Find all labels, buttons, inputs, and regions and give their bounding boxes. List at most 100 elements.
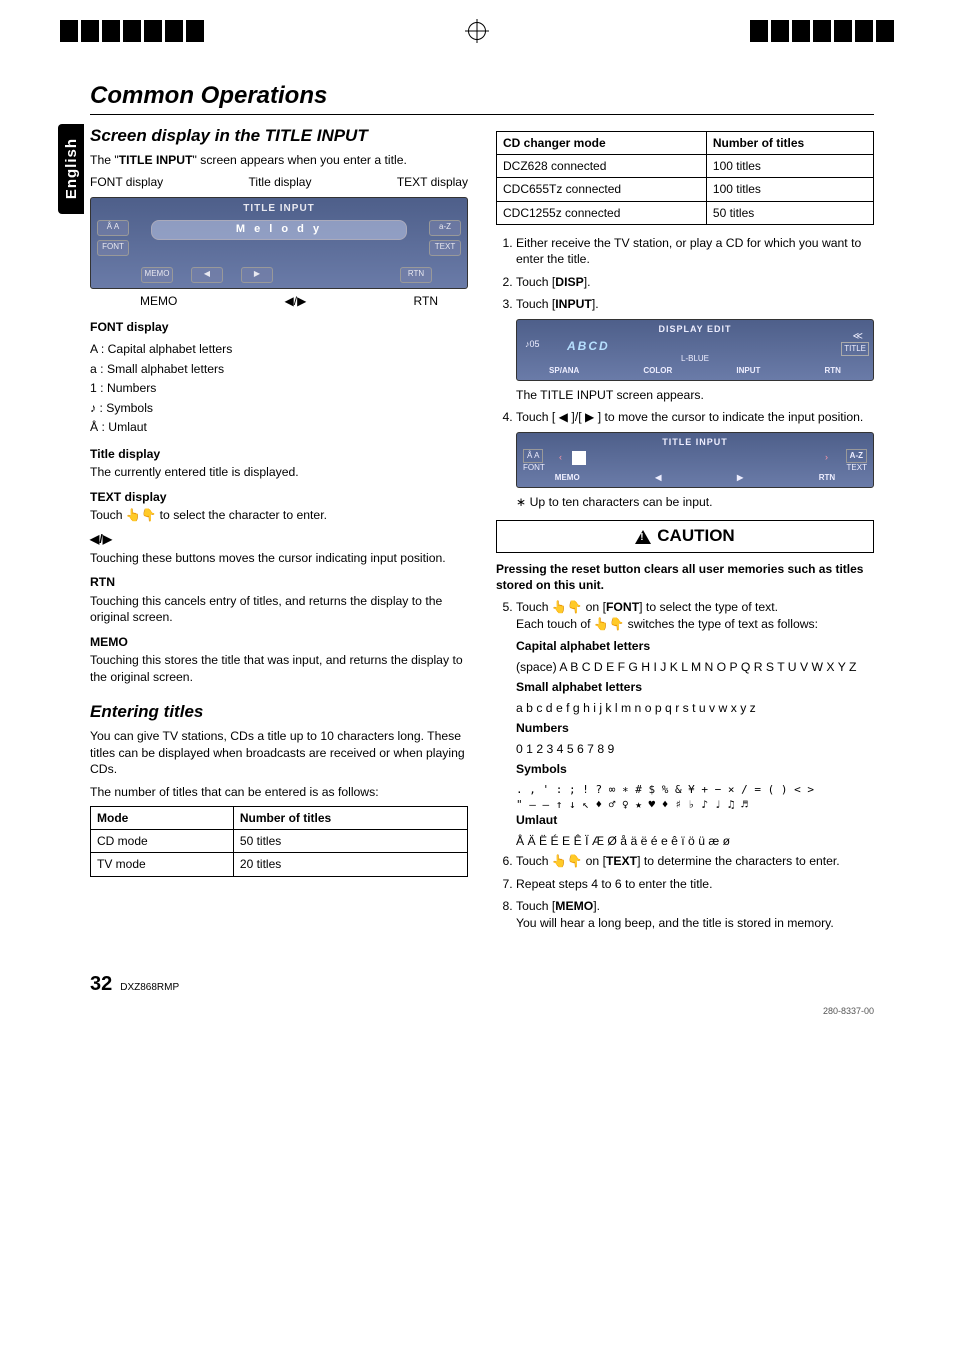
font-definitions: A : Capital alphabet letters a : Small a… [90,341,468,435]
capital-values: (space) A B C D E F G H I J K L M N O P … [496,659,874,675]
left-column: Screen display in the TITLE INPUT The "T… [90,125,468,937]
warning-icon [635,530,651,544]
bottom-labels: MEMO ◀/▶ RTN [90,293,468,309]
table-row: CDC1255z connected50 titles [497,201,874,224]
step-1: Either receive the TV station, or play a… [516,235,874,268]
rtn-body: Touching this cancels entry of titles, a… [90,593,468,626]
screen-header: TITLE INPUT [662,436,728,448]
text-button[interactable]: TEXT [847,463,867,474]
symbols-header: Symbols [516,762,567,776]
rtn-button[interactable]: RTN [400,267,432,283]
table-row: DCZ628 connected100 titles [497,155,874,178]
title-input-screen: TITLE INPUT Å A FONT M e l o d y a-Z TEX… [90,197,468,289]
text-type-button[interactable]: a-Z [429,220,461,236]
spana-button[interactable]: SP/ANA [549,366,579,377]
small-values: a b c d e f g h i j k l m n o p q r s t … [496,700,874,716]
model-number: DXZ868RMP [120,982,179,993]
arrows-header: ◀/▶ [90,531,468,547]
numbers-values: 0 1 2 3 4 5 6 7 8 9 [496,741,874,757]
cursor-box [572,451,586,465]
registration-marks [0,0,954,52]
crosshair-icon [468,22,486,40]
text-display-label: TEXT display [397,174,468,190]
screen-header: TITLE INPUT [243,202,315,216]
input-button[interactable]: INPUT [736,366,760,377]
font-display-header: FONT display [90,319,468,335]
left-arrow-button[interactable]: ◀ [655,473,661,484]
caution-note: Pressing the reset button clears all use… [496,561,874,593]
right-arrow-icon[interactable]: › [825,451,828,463]
right-markers [750,20,894,42]
left-arrow-icon[interactable]: ‹ [559,451,562,463]
steps-list-2: Touch [ ◀ ]/[ ▶ ] to move the cursor to … [496,409,874,425]
arrows-body: Touching these buttons moves the cursor … [90,550,468,566]
rtn-button[interactable]: RTN [819,473,835,484]
rtn-label: RTN [414,293,438,309]
track-num: ♪05 [525,338,540,350]
entering-p2: The number of titles that can be entered… [90,784,468,800]
title-side-button[interactable]: TITLE [841,342,869,357]
steps-list-3: Touch 👆👇 on [FONT] to select the type of… [496,599,874,632]
table-row: TV mode20 titles [91,853,468,876]
left-arrow-button[interactable]: ◀ [191,267,223,283]
step-6: Touch 👆👇 on [TEXT] to determine the char… [516,853,874,869]
umlaut-header: Umlaut [516,813,557,827]
font-button[interactable]: FONT [523,463,545,474]
rtn-button[interactable]: RTN [824,366,840,377]
step-2: Touch [DISP]. [516,274,874,290]
text-type-button[interactable]: A-Z [846,449,867,464]
title-field: M e l o d y [151,220,407,240]
display-labels: FONT display Title display TEXT display [90,174,468,190]
step3-note: The TITLE INPUT screen appears. [496,387,874,403]
capital-header: Capital alphabet letters [516,639,650,653]
symbols-row2: " — – ↑ ↓ ↖ ♦ ♂ ♀ ★ ♥ ♦ ♯ ♭ ♪ ♩ ♫ ♬ [496,797,874,812]
title-display-label: Title display [249,174,312,190]
memo-body: Touching this stores the title that was … [90,652,468,685]
symbols-row1: . , ' : ; ! ? ∞ ∗ # $ % & ¥ + − × / = ( … [496,782,874,797]
entering-p1: You can give TV stations, CDs a title up… [90,728,468,777]
font-type-button[interactable]: Å A [97,220,129,236]
title-input-screen-2: TITLE INPUT Å A FONT A-Z TEXT ‹ › MEMO ◀… [516,432,874,488]
title-display-header: Title display [90,446,468,462]
page-footer: 32 DXZ868RMP [90,973,874,996]
umlaut-values: Å Ä Ë É E Ê Ï Æ Ø å ä ë é e ê ï ö ü æ ø [496,833,874,849]
small-header: Small alphabet letters [516,680,642,694]
table-row: CD mode50 titles [91,830,468,853]
text-display-body: Touch 👆👇 to select the character to ente… [90,507,468,523]
left-markers [60,20,204,42]
font-button[interactable]: FONT [97,240,129,256]
memo-button[interactable]: MEMO [555,473,580,484]
mode-titles-table: ModeNumber of titles CD mode50 titles TV… [90,806,468,877]
step-7: Repeat steps 4 to 6 to enter the title. [516,876,874,892]
rtn-header: RTN [90,574,468,590]
language-tab: English [58,124,84,214]
step-3: Touch [INPUT]. [516,296,874,312]
color-button[interactable]: COLOR [643,366,672,377]
memo-button[interactable]: MEMO [141,267,173,283]
memo-label: MEMO [140,293,177,309]
right-column: CD changer modeNumber of titles DCZ628 c… [496,125,874,937]
right-arrow-button[interactable]: ▶ [241,267,273,283]
arrows-label: ◀/▶ [285,293,307,309]
part-number: 280-8337-00 [823,1006,874,1016]
page-title: Common Operations [90,82,874,115]
changer-titles-table: CD changer modeNumber of titles DCZ628 c… [496,131,874,225]
right-arrow-button[interactable]: ▶ [737,473,743,484]
steps-list: Either receive the TV station, or play a… [496,235,874,313]
intro-text: The "TITLE INPUT" screen appears when yo… [90,152,468,168]
caution-box: CAUTION [496,520,874,553]
page-number: 32 [90,973,112,996]
section-screen-display: Screen display in the TITLE INPUT [90,125,468,148]
text-button[interactable]: TEXT [429,240,461,256]
step-4: Touch [ ◀ ]/[ ▶ ] to move the cursor to … [516,409,874,425]
step-5: Touch 👆👇 on [FONT] to select the type of… [516,599,874,632]
font-display-label: FONT display [90,174,163,190]
title-display-body: The currently entered title is displayed… [90,464,468,480]
numbers-header: Numbers [516,721,569,735]
rewind-icon: ≪ [853,330,863,344]
step4-note: ∗ Up to ten characters can be input. [496,494,874,510]
step-8: Touch [MEMO]. You will hear a long beep,… [516,898,874,931]
table-row: CDC655Tz connected100 titles [497,178,874,201]
memo-header: MEMO [90,634,468,650]
font-type-button[interactable]: Å A [523,449,543,464]
